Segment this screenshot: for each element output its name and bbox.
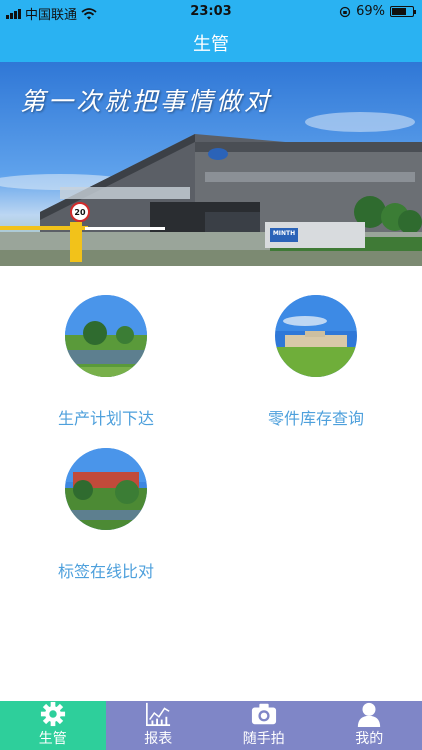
tab-mine[interactable]: 我的 — [317, 701, 422, 750]
status-bar: 中国联通 23:03 69% — [0, 0, 422, 24]
chart-icon — [146, 702, 171, 726]
nav-bar: 生管 — [0, 24, 422, 62]
module-production-plan[interactable]: 生产计划下达 — [21, 295, 191, 429]
camera-icon — [251, 703, 276, 725]
tab-label: 随手拍 — [242, 731, 285, 747]
banner-image: 第一次就把事情做对 20 MINTH — [0, 62, 422, 266]
orientation-lock-icon — [339, 6, 351, 17]
battery-percent: 69% — [356, 4, 385, 19]
park-pond-photo-icon — [65, 295, 147, 377]
banner-slogan: 第一次就把事情做对 — [20, 87, 273, 116]
module-label: 标签在线比对 — [57, 562, 154, 581]
campus-lawn-photo-icon — [275, 295, 357, 377]
page-title: 生管 — [193, 34, 229, 55]
module-label: 生产计划下达 — [57, 409, 154, 428]
module-label-compare[interactable]: 标签在线比对 — [21, 448, 191, 582]
tab-label: 报表 — [144, 731, 173, 747]
tab-snapshot[interactable]: 随手拍 — [211, 701, 317, 750]
gear-icon — [40, 701, 65, 727]
battery-icon — [390, 6, 416, 17]
building-logo: MINTH — [272, 230, 296, 237]
tab-bar: 生管 报表 随手拍 我的 — [0, 701, 422, 750]
speed-limit-sign: 20 — [74, 208, 86, 217]
factory-trees-photo-icon — [65, 448, 147, 530]
module-inventory-query[interactable]: 零件库存查询 — [231, 295, 401, 429]
tab-reports[interactable]: 报表 — [106, 701, 212, 750]
tab-production[interactable]: 生管 — [0, 701, 106, 750]
tab-label: 生管 — [38, 731, 67, 747]
module-label: 零件库存查询 — [267, 409, 364, 428]
tab-label: 我的 — [355, 731, 384, 747]
person-icon — [358, 702, 381, 727]
status-right: 69% — [339, 4, 416, 19]
